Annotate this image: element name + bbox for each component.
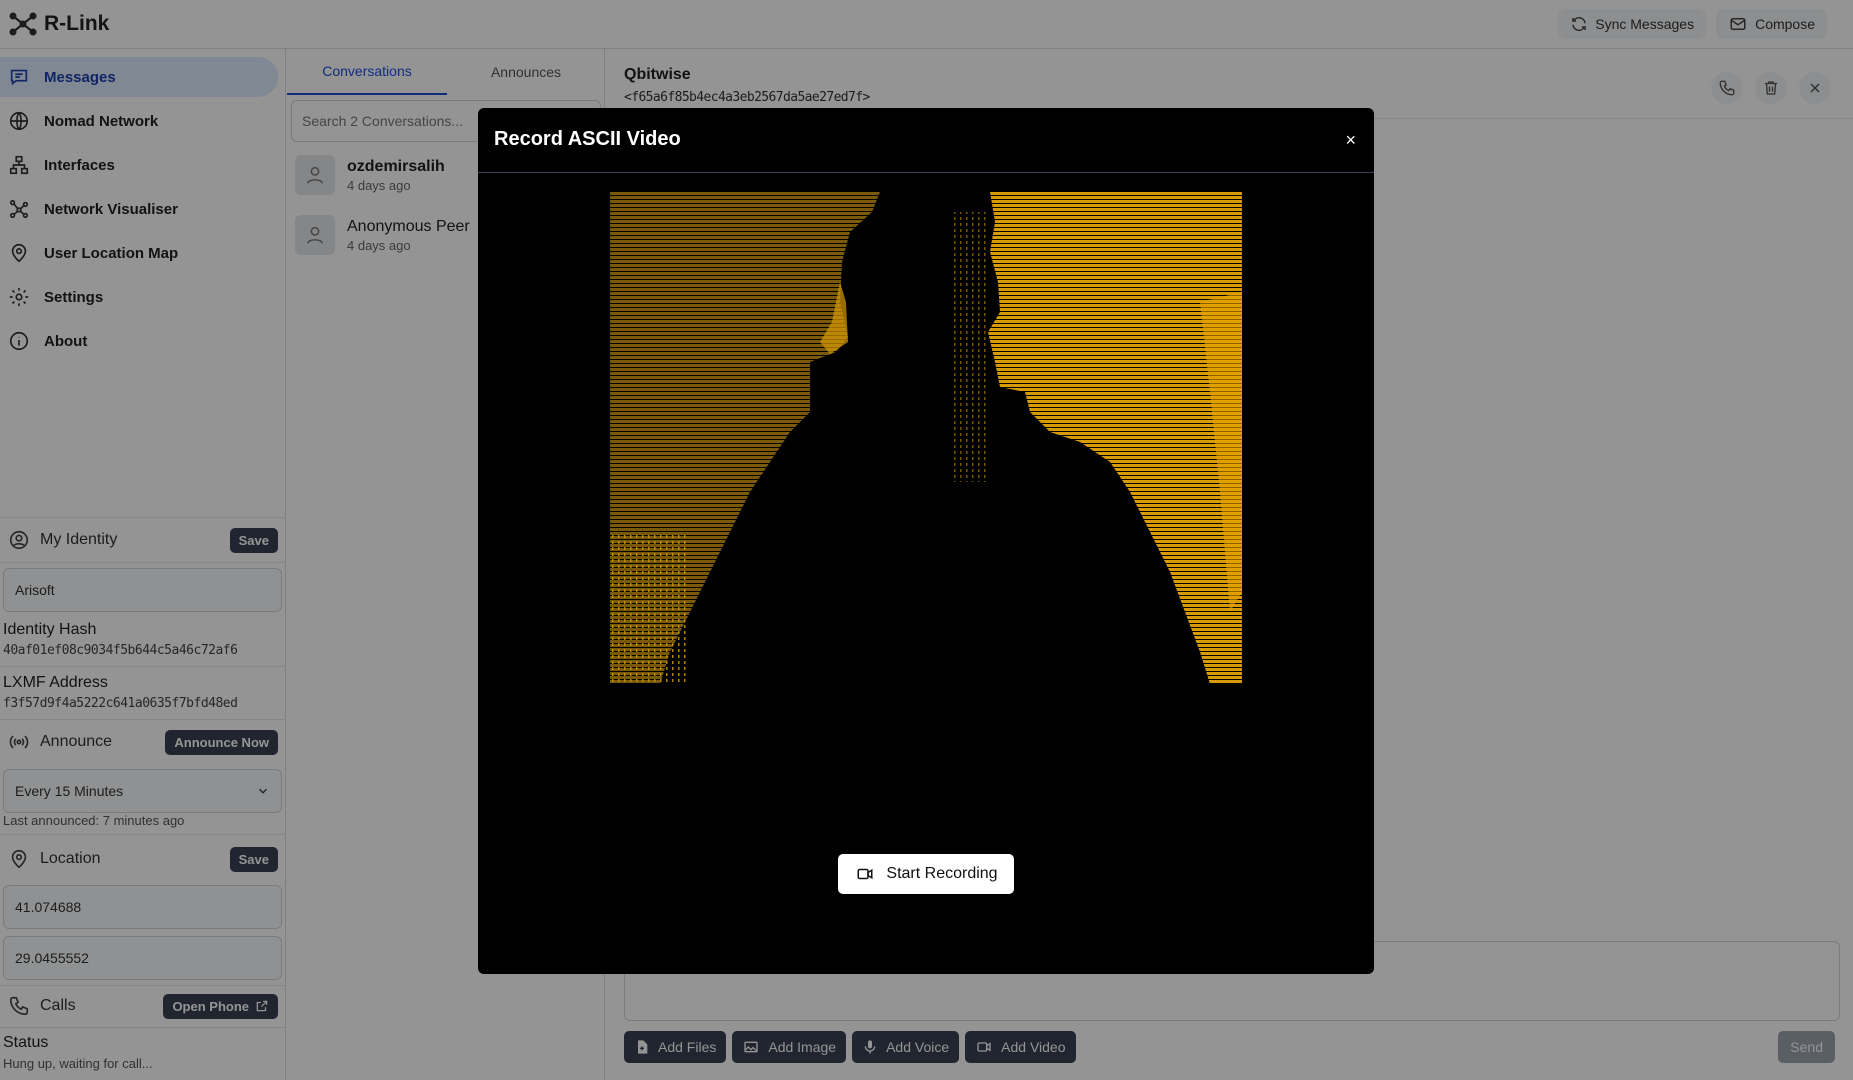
video-icon	[857, 868, 873, 880]
divider	[478, 172, 1374, 173]
ascii-region-right	[988, 192, 1242, 684]
ascii-video-preview	[610, 192, 1242, 684]
close-modal-button[interactable]: ×	[1345, 130, 1356, 151]
ascii-dots-center	[950, 212, 990, 482]
start-recording-label: Start Recording	[886, 865, 998, 882]
record-ascii-video-modal: Record ASCII Video × Start Recording	[478, 108, 1374, 974]
start-recording-button[interactable]: Start Recording	[838, 854, 1014, 894]
ascii-dots-left	[610, 532, 690, 684]
modal-title: Record ASCII Video	[494, 128, 681, 150]
